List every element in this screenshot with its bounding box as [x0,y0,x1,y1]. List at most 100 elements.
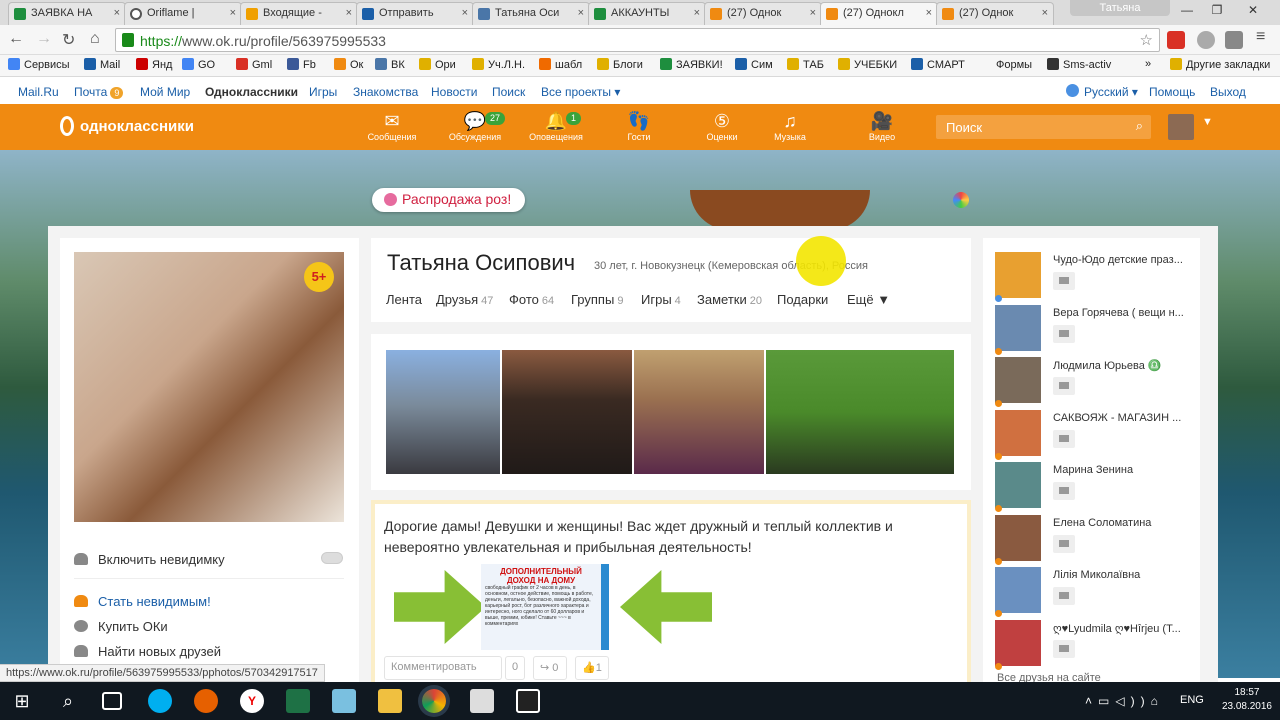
bookmark-4[interactable]: Gml [236,58,272,71]
browser-tab[interactable]: (27) Однок × [936,2,1054,25]
friend-name[interactable]: Чудо-Юдо детские праз... [1053,254,1193,266]
clock[interactable]: 18:57 23.08.2016 [1222,686,1272,714]
all-projects-link[interactable]: Все проекты ▾ [541,85,620,99]
nav-video[interactable]: 🎥 Видео [847,110,917,142]
tab-4[interactable]: Игры 4 [641,292,681,307]
bookmark-2[interactable]: Янд [136,58,172,71]
nav-music[interactable]: ♫ Музыка [755,110,825,142]
forward-icon[interactable]: → [36,30,52,48]
chrome-icon[interactable] [422,689,446,713]
nav-guests[interactable]: 👣 Гости [604,110,674,142]
mailru-link[interactable]: Mail.Ru [18,85,59,99]
menu-icon[interactable]: ≡ [1256,28,1265,46]
close-icon[interactable]: × [462,7,468,19]
bookmark-9[interactable]: Уч.Л.Н. [472,58,525,71]
bookmark-7[interactable]: ВК [375,58,405,71]
extension-icon[interactable] [1225,31,1243,49]
bookmark-18[interactable]: Sms-activ [1047,58,1111,71]
chevron-down-icon[interactable]: ▼ [1202,116,1213,128]
profile-photo[interactable]: 5+ [74,252,344,522]
skype-icon[interactable] [148,689,172,713]
avatar[interactable] [995,567,1041,613]
tab-7[interactable]: Ещё ▼ [847,292,890,307]
browser-tab[interactable]: Отправить × [356,2,474,25]
friend-item[interactable]: САКВОЯЖ - МАГАЗИН ... [995,409,1195,460]
avatar[interactable] [995,252,1041,298]
task-view-icon[interactable] [102,692,122,710]
message-icon[interactable] [1053,639,1075,658]
close-icon[interactable]: × [810,7,816,19]
tab-5[interactable]: Заметки 20 [697,292,762,307]
message-icon[interactable] [1053,324,1075,343]
bookmark-15[interactable]: УЧЕБКИ [838,58,897,71]
color-picker-icon[interactable] [953,192,969,208]
photo-thumbnail[interactable] [634,350,764,474]
minimize-icon[interactable]: — [1172,3,1202,17]
friend-item[interactable]: Лілія Миколаївна [995,567,1195,617]
browser-tab[interactable]: Oriflame | × [124,2,242,25]
friend-name[interactable]: ღ♥Lyudmila ღ♥Hîrjeu (T... [1053,622,1193,635]
nav-discussions[interactable]: 💬 Обсуждения 27 [440,110,510,142]
bookmark-star-icon[interactable]: ☆ [1140,31,1153,49]
extension-icon[interactable] [1167,31,1185,49]
bookmark-3[interactable]: GO [182,58,215,71]
more-bookmarks-icon[interactable]: » [1145,58,1151,70]
comment-button[interactable]: Комментировать [384,656,502,680]
bookmark-8[interactable]: Ори [419,58,456,71]
photo-thumbnail[interactable] [386,350,500,474]
share-button[interactable]: ↪ 0 [533,656,567,680]
file-explorer-icon[interactable] [378,689,402,713]
bookmark-6[interactable]: Ок [334,58,363,71]
language-indicator[interactable]: ENG [1180,694,1204,706]
bookmark-12[interactable]: ЗАЯВКИ! [660,58,723,71]
friend-item[interactable]: Марина Зенина [995,462,1195,512]
friend-name[interactable]: САКВОЯЖ - МАГАЗИН ... [1053,412,1193,424]
excel-icon[interactable] [286,689,310,713]
back-icon[interactable]: ← [8,30,24,48]
friend-name[interactable]: Лілія Миколаївна [1053,569,1193,581]
avatar[interactable] [995,514,1041,561]
bookmark-14[interactable]: ТАБ [787,58,824,71]
friend-name[interactable]: Елена Соломатина [1053,517,1193,529]
promo-button[interactable]: Распродажа роз! [372,188,526,212]
ok-logo[interactable]: одноклассники [60,116,194,136]
friend-name[interactable]: Вера Горячева ( вещи н... [1053,307,1193,319]
reload-icon[interactable]: ↻ [62,30,75,50]
browser-tab[interactable]: АККАУНТЫ × [588,2,706,25]
nav-notifications[interactable]: 🔔 Оповещения 1 [521,110,591,142]
friend-item[interactable]: Людмила Юрьева ♎ [995,357,1195,407]
close-icon[interactable]: × [578,7,584,19]
bookmark-13[interactable]: Сим [735,58,773,71]
post-image[interactable]: ДОПОЛНИТЕЛЬНЫЙ ДОХОД НА ДОМУ свободный г… [384,564,720,650]
friend-item[interactable]: ღ♥Lyudmila ღ♥Hîrjeu (T... [995,619,1195,670]
avatar[interactable] [995,304,1041,351]
message-icon[interactable] [1053,482,1075,500]
rating-badge[interactable]: 5+ [304,262,334,292]
yandex-browser-icon[interactable]: Y [240,689,264,713]
igry-link[interactable]: Игры [309,85,337,99]
browser-tab[interactable]: ЗАЯВКА НА × [8,2,126,25]
znakomstva-link[interactable]: Знакомства [353,85,418,99]
bookmark-1[interactable]: Mail [84,58,120,71]
bookmark-10[interactable]: шабл [539,58,582,71]
friend-name[interactable]: Марина Зенина [1053,464,1193,476]
become-invisible-link[interactable]: Стать невидимым! [74,594,211,609]
close-icon[interactable]: × [926,7,932,19]
like-button[interactable]: 👍1 [575,656,609,680]
message-icon[interactable] [1053,587,1075,605]
close-icon[interactable]: × [230,7,236,19]
search-icon[interactable]: ⌕ [56,689,80,713]
pochta-link[interactable]: Почта 9 [74,85,124,99]
message-icon[interactable] [1053,272,1075,290]
help-link[interactable]: Помощь [1149,85,1195,99]
find-friends-link[interactable]: Найти новых друзей [74,644,221,659]
url-input[interactable]: https://www.ok.ru/profile/563975995533 ☆ [115,28,1160,52]
app-icon[interactable] [332,689,356,713]
buy-oki-link[interactable]: Купить ОКи [74,619,168,634]
message-icon[interactable] [1053,377,1075,395]
photo-thumbnail[interactable] [502,350,632,474]
avatar[interactable] [995,409,1041,456]
close-icon[interactable]: × [1042,7,1048,19]
language-select[interactable]: Русский ▾ [1084,85,1138,99]
bookmark-11[interactable]: Блоги [597,58,643,71]
